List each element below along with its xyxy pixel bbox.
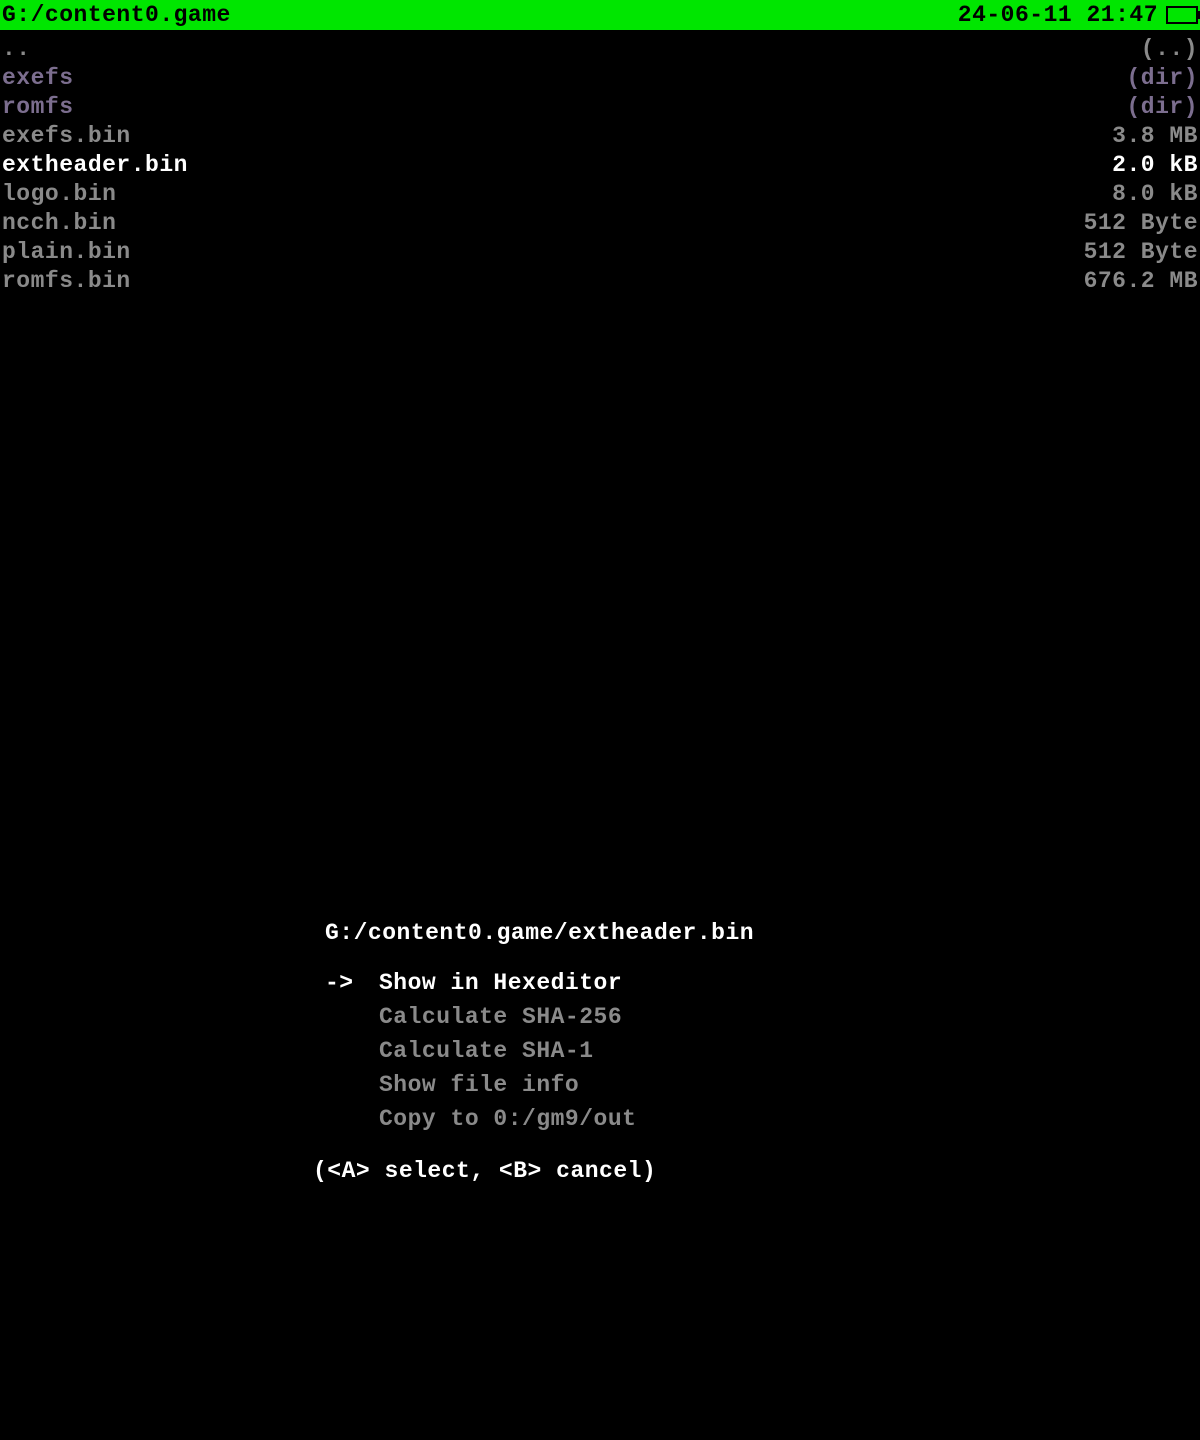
file-row[interactable]: logo.bin 8.0 kB [2, 179, 1198, 208]
menu-item-label: Copy to 0:/gm9/out [379, 1106, 636, 1132]
file-row[interactable]: romfs (dir) [2, 92, 1198, 121]
battery-icon [1166, 6, 1198, 24]
file-size: (..) [1141, 36, 1198, 62]
file-row[interactable]: .. (..) [2, 34, 1198, 63]
menu-item-label: Show in Hexeditor [379, 970, 622, 996]
menu-item-label: Calculate SHA-256 [379, 1004, 622, 1030]
file-name: romfs.bin [2, 268, 131, 294]
file-size: 3.8 MB [1112, 123, 1198, 149]
file-row[interactable]: romfs.bin 676.2 MB [2, 266, 1198, 295]
file-size: 676.2 MB [1084, 268, 1198, 294]
file-name: ncch.bin [2, 210, 116, 236]
file-size: (dir) [1126, 65, 1198, 91]
file-size: 512 Byte [1084, 210, 1198, 236]
menu-item[interactable]: Show file info [325, 1068, 1200, 1102]
file-size: 512 Byte [1084, 239, 1198, 265]
menu-item-label: Calculate SHA-1 [379, 1038, 594, 1064]
file-row[interactable]: exefs.bin 3.8 MB [2, 121, 1198, 150]
button-hint: (<A> select, <B> cancel) [313, 1158, 1200, 1184]
file-size: 2.0 kB [1112, 152, 1198, 178]
clock: 24-06-11 21:47 [958, 2, 1158, 28]
file-name: romfs [2, 94, 74, 120]
file-name: plain.bin [2, 239, 131, 265]
menu-item[interactable]: Copy to 0:/gm9/out [325, 1102, 1200, 1136]
file-name: logo.bin [2, 181, 116, 207]
status-bar: G:/content0.game 24-06-11 21:47 [0, 0, 1200, 30]
file-row[interactable]: ncch.bin 512 Byte [2, 208, 1198, 237]
menu-item[interactable]: Calculate SHA-256 [325, 1000, 1200, 1034]
file-size: (dir) [1126, 94, 1198, 120]
file-row[interactable]: extheader.bin 2.0 kB [2, 150, 1198, 179]
menu-item-label: Show file info [379, 1072, 579, 1098]
menu-arrow-icon: -> [325, 970, 379, 996]
selected-file-path: G:/content0.game/extheader.bin [325, 920, 1200, 946]
menu-item[interactable]: Calculate SHA-1 [325, 1034, 1200, 1068]
file-name: exefs [2, 65, 74, 91]
file-row[interactable]: plain.bin 512 Byte [2, 237, 1198, 266]
file-name: extheader.bin [2, 152, 188, 178]
context-menu: G:/content0.game/extheader.bin ->Show in… [0, 920, 1200, 1184]
file-size: 8.0 kB [1112, 181, 1198, 207]
file-name: exefs.bin [2, 123, 131, 149]
file-row[interactable]: exefs (dir) [2, 63, 1198, 92]
menu-item[interactable]: ->Show in Hexeditor [325, 966, 1200, 1000]
file-list: .. (..) exefs (dir) romfs (dir) exefs.bin 3.8 M… [0, 30, 1200, 295]
file-name: .. [2, 36, 31, 62]
current-path: G:/content0.game [2, 2, 231, 28]
